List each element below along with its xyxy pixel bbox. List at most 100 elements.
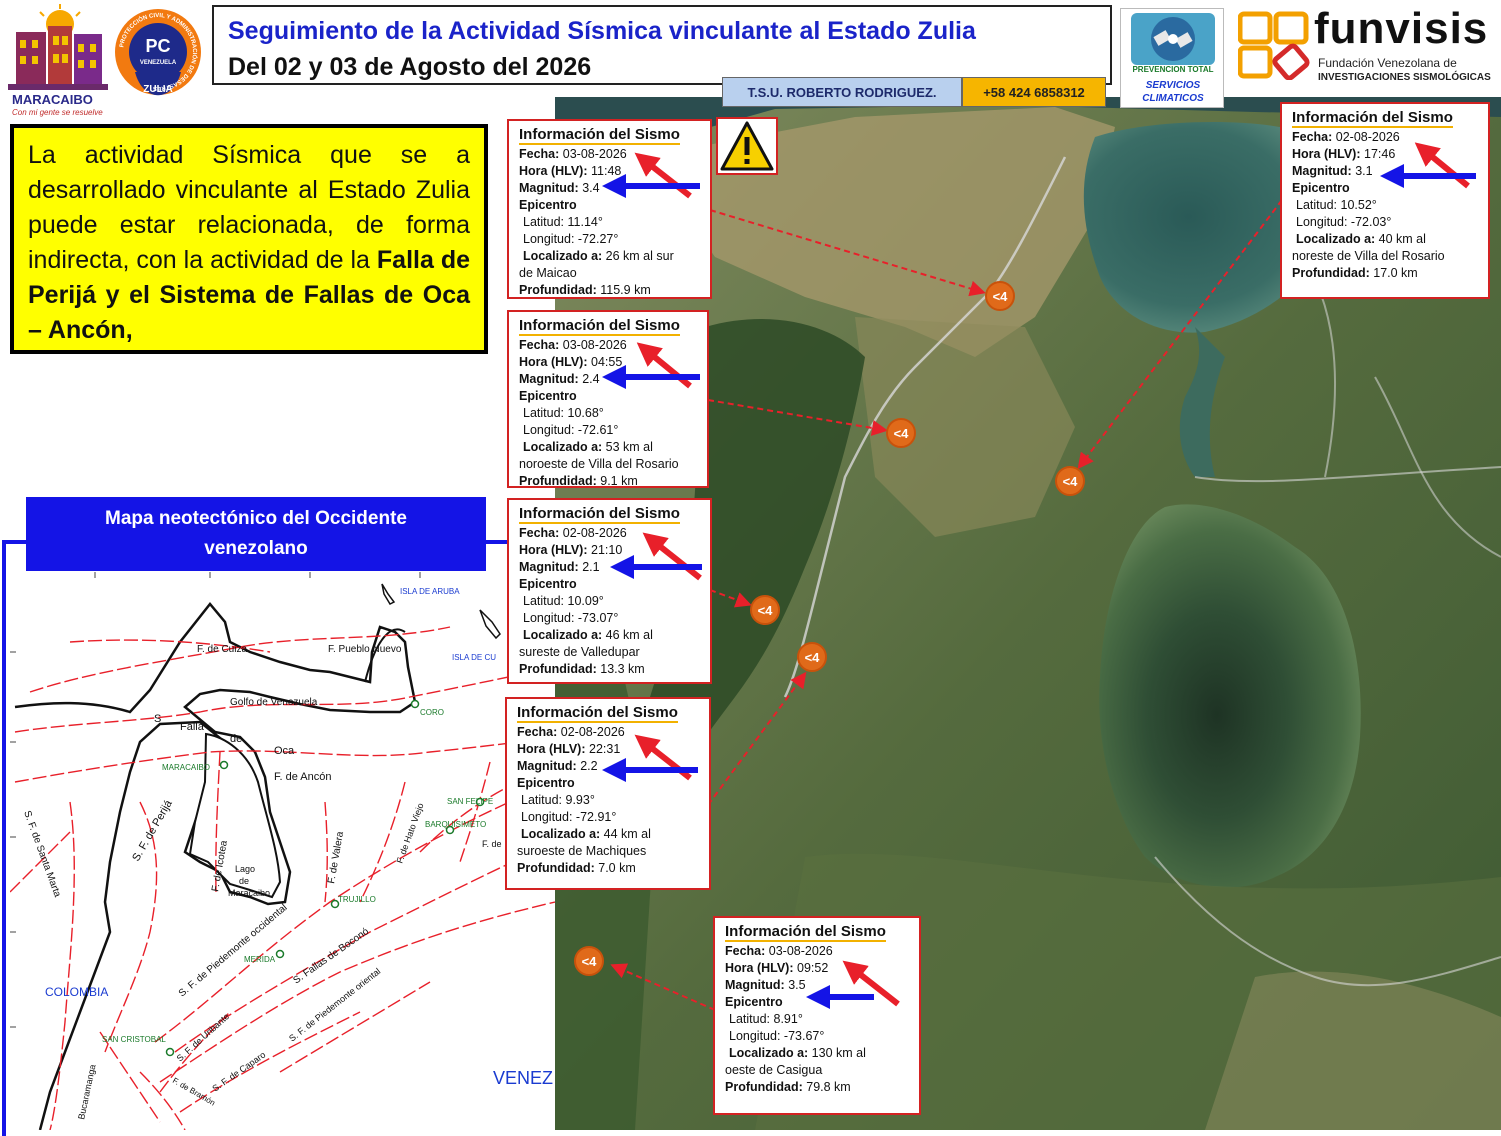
quake-card-title: Información del Sismo	[517, 704, 678, 723]
quake-hora: 21:10	[591, 543, 623, 557]
label-localizado: Localizado a:	[523, 628, 603, 642]
quake-card-title: Información del Sismo	[725, 923, 886, 942]
label-profundidad: Profundidad:	[519, 474, 597, 488]
quake-latitud: 9.93°	[565, 793, 595, 807]
quake-localizado-1: 130 km al	[811, 1046, 866, 1060]
label-profundidad: Profundidad:	[519, 662, 597, 676]
label-longitud: Longitud:	[729, 1029, 781, 1043]
label-magnitud: Magnitud:	[519, 181, 579, 195]
quake-hora: 22:31	[589, 742, 621, 756]
epicenter-marker[interactable]: <4	[886, 418, 916, 448]
connector-line-quake-1	[709, 209, 986, 297]
quake-latitud: 11.14°	[567, 215, 603, 229]
quake-longitud: -73.67°	[783, 1029, 825, 1043]
quake-card-1: Información del Sismo Fecha: 03-08-2026 …	[507, 119, 712, 299]
quake-card-title: Información del Sismo	[1292, 109, 1453, 128]
quake-profundidad: 7.0 km	[598, 861, 636, 875]
label-longitud: Longitud:	[521, 810, 573, 824]
label-epicentro: Epicentro	[519, 577, 577, 591]
label-epicentro: Epicentro	[519, 389, 577, 403]
quake-card-6: Información del Sismo Fecha: 03-08-2026 …	[713, 916, 921, 1115]
quake-fecha: 03-08-2026	[562, 147, 627, 161]
quake-latitud: 10.68°	[567, 406, 604, 420]
label-latitud: Latitud:	[729, 1012, 771, 1026]
quake-card-title: Información del Sismo	[519, 505, 680, 524]
quake-card-title: Información del Sismo	[519, 317, 680, 336]
quake-profundidad: 79.8 km	[806, 1080, 851, 1094]
label-localizado: Localizado a:	[523, 249, 603, 263]
label-hora: Hora (HLV):	[1292, 147, 1361, 161]
label-longitud: Longitud:	[1296, 215, 1348, 229]
label-longitud: Longitud:	[523, 423, 575, 437]
label-magnitud: Magnitud:	[519, 560, 579, 574]
quake-localizado-2: sureste de Valledupar	[519, 645, 640, 659]
quake-card-3: Información del Sismo Fecha: 02-08-2026 …	[507, 498, 712, 684]
label-fecha: Fecha:	[725, 944, 766, 958]
quake-latitud: 10.09°	[567, 594, 604, 608]
label-longitud: Longitud:	[523, 232, 575, 246]
quake-latitud: 8.91°	[773, 1012, 803, 1026]
label-epicentro: Epicentro	[725, 995, 783, 1009]
label-fecha: Fecha:	[519, 526, 560, 540]
quake-card-5: Información del Sismo Fecha: 02-08-2026 …	[1280, 102, 1490, 299]
quake-longitud: -72.03°	[1350, 215, 1392, 229]
label-profundidad: Profundidad:	[517, 861, 595, 875]
quake-fecha: 02-08-2026	[562, 526, 627, 540]
epicenter-marker[interactable]: <4	[985, 281, 1015, 311]
quake-longitud: -72.27°	[577, 232, 619, 246]
quake-localizado-1: 26 km al sur	[605, 249, 674, 263]
quake-magnitud: 3.1	[1355, 164, 1373, 178]
label-hora: Hora (HLV):	[517, 742, 586, 756]
label-latitud: Latitud:	[523, 215, 565, 229]
label-hora: Hora (HLV):	[725, 961, 794, 975]
quake-longitud: -72.61°	[577, 423, 619, 437]
quake-localizado-2: oeste de Casigua	[725, 1063, 823, 1077]
label-fecha: Fecha:	[517, 725, 558, 739]
quake-longitud: -73.07°	[577, 611, 619, 625]
epicenter-marker[interactable]: <4	[750, 595, 780, 625]
quake-localizado-2: de Maicao	[519, 266, 577, 280]
quake-localizado-1: 40 km al	[1378, 232, 1426, 246]
label-latitud: Latitud:	[1296, 198, 1338, 212]
label-localizado: Localizado a:	[729, 1046, 809, 1060]
label-epicentro: Epicentro	[519, 198, 577, 212]
label-localizado: Localizado a:	[521, 827, 601, 841]
label-hora: Hora (HLV):	[519, 543, 588, 557]
quake-profundidad: 13.3 km	[600, 662, 645, 676]
quake-card-4: Información del Sismo Fecha: 02-08-2026 …	[505, 697, 711, 890]
quake-localizado-1: 44 km al	[603, 827, 651, 841]
quake-hora: 17:46	[1364, 147, 1396, 161]
label-magnitud: Magnitud:	[1292, 164, 1352, 178]
epicenter-marker[interactable]: <4	[574, 946, 604, 976]
label-latitud: Latitud:	[523, 594, 565, 608]
quake-localizado-2: noroeste de Villa del Rosario	[519, 457, 679, 471]
label-localizado: Localizado a:	[1296, 232, 1376, 246]
warning-box	[716, 117, 778, 175]
quake-profundidad: 115.9 km	[600, 283, 651, 297]
label-magnitud: Magnitud:	[519, 372, 579, 386]
connector-line-quake-5	[1077, 199, 1283, 470]
label-localizado: Localizado a:	[523, 440, 603, 454]
epicenter-marker[interactable]: <4	[1055, 466, 1085, 496]
quake-hora: 11:48	[591, 164, 622, 178]
connector-line-quake-4	[707, 671, 807, 806]
label-profundidad: Profundidad:	[725, 1080, 803, 1094]
quake-fecha: 02-08-2026	[1335, 130, 1400, 144]
label-magnitud: Magnitud:	[725, 978, 785, 992]
label-hora: Hora (HLV):	[519, 355, 588, 369]
epicenter-marker[interactable]: <4	[797, 642, 827, 672]
label-epicentro: Epicentro	[1292, 181, 1350, 195]
connector-line-quake-2	[707, 399, 888, 436]
warning-icon	[720, 121, 774, 171]
quake-longitud: -72.91°	[575, 810, 617, 824]
quake-magnitud: 3.5	[788, 978, 806, 992]
label-latitud: Latitud:	[523, 406, 565, 420]
quake-profundidad: 17.0 km	[1373, 266, 1418, 280]
label-latitud: Latitud:	[521, 793, 563, 807]
quake-latitud: 10.52°	[1340, 198, 1377, 212]
label-longitud: Longitud:	[523, 611, 575, 625]
quake-magnitud: 2.4	[582, 372, 600, 386]
quake-hora: 09:52	[797, 961, 829, 975]
label-profundidad: Profundidad:	[519, 283, 597, 297]
quake-localizado-2: noreste de Villa del Rosario	[1292, 249, 1445, 263]
